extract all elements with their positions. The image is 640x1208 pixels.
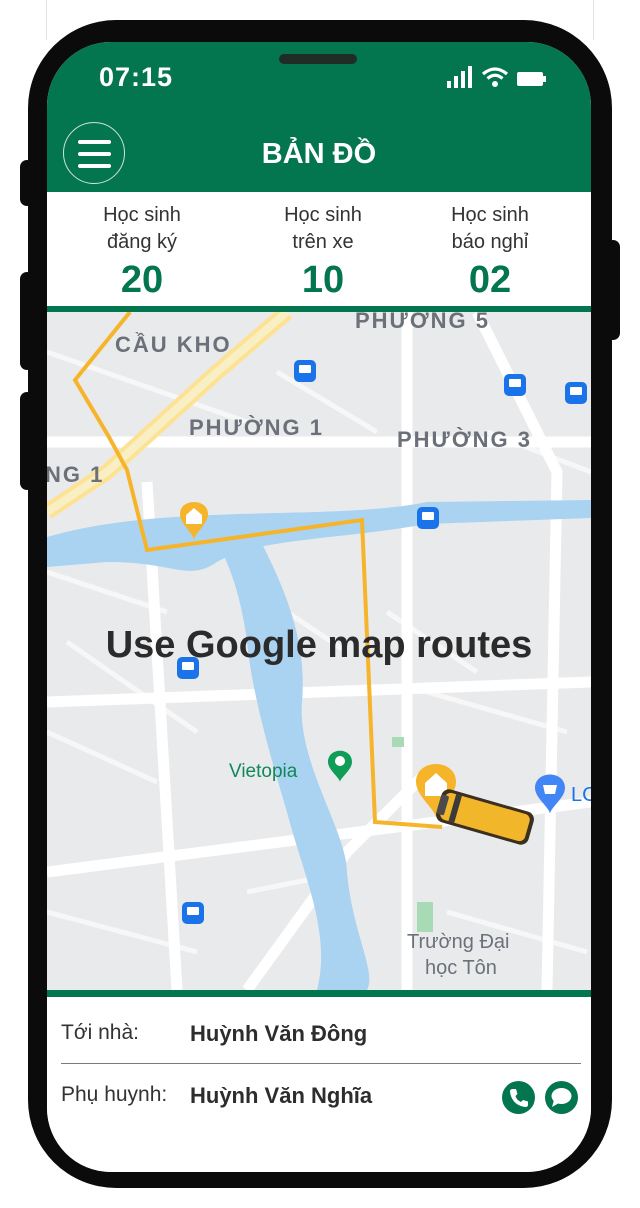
stat-absent: Học sinh báo nghỉ 02 (415, 202, 565, 302)
parent-label: Phụ huynh: (61, 1083, 168, 1106)
map-label-phuong-1: PHƯỜNG 1 (189, 415, 324, 440)
map-label-cau-kho: CẦU KHO (115, 332, 232, 357)
stat-value: 02 (468, 259, 512, 301)
stat-value: 20 (120, 259, 164, 301)
destination-row: Tới nhà: Huỳnh Văn Đông (61, 1021, 581, 1051)
school-bus-icon (436, 789, 534, 845)
vietopia-pin-icon (328, 750, 352, 782)
app-header: 07:15 BẢN ĐỒ (47, 42, 591, 192)
map-label-phuong-5: PHƯỜNG 5 (355, 312, 490, 333)
stats-panel: Học sinh đăng ký 20 Học sinh trên xe 10 … (47, 192, 591, 309)
river-main (47, 500, 591, 571)
row-divider (61, 1063, 581, 1064)
stat-label-line1: Học sinh (103, 204, 181, 226)
stat-label-line2: đăng ký (106, 231, 178, 253)
stat-value: 10 (301, 259, 345, 301)
side-button-volume-up (20, 272, 34, 370)
speaker-notch (279, 54, 357, 64)
stat-on-bus: Học sinh trên xe 10 (248, 202, 398, 302)
map-overlay-text: Use Google map routes (105, 624, 533, 666)
trip-info-panel: Tới nhà: Huỳnh Văn Đông Phụ huynh: Huỳnh… (47, 997, 591, 1172)
map-label-ng-1: NG 1 (47, 462, 105, 487)
info-divider (47, 990, 591, 997)
chat-bubble-icon (551, 1088, 572, 1107)
side-button-top (20, 160, 34, 206)
map-label-university-1: Trường Đại (407, 931, 510, 953)
stat-label-line1: Học sinh (284, 204, 362, 226)
destination-value: Huỳnh Văn Đông (190, 1021, 368, 1046)
status-time: 07:15 (99, 62, 174, 92)
parent-value: Huỳnh Văn Nghĩa (190, 1083, 373, 1108)
map-label-lo: LC (571, 784, 591, 806)
stat-label-line1: Học sinh (451, 204, 529, 226)
park (417, 902, 433, 932)
app-screen: 07:15 BẢN ĐỒ Học sinh đăng ký 20 Học sin… (47, 42, 591, 1172)
signal-icon (447, 66, 472, 88)
destination-label: Tới nhà: (61, 1021, 139, 1044)
wifi-icon (481, 67, 509, 87)
battery-icon (517, 72, 546, 86)
map-label-vietopia: Vietopia (229, 761, 298, 782)
map-label-phuong-3: PHƯỜNG 3 (397, 427, 532, 452)
page-title: BẢN ĐỒ (261, 138, 377, 170)
park (392, 737, 404, 747)
map-label-university-2: học Tôn (425, 957, 497, 979)
message-button[interactable] (545, 1081, 578, 1114)
map-view[interactable]: CẦU KHO PHƯỜNG 5 PHƯỜNG 1 PHƯỜNG 3 NG 1 … (47, 312, 591, 990)
stat-registered: Học sinh đăng ký 20 (67, 202, 217, 302)
status-icons (447, 66, 547, 88)
call-button[interactable] (502, 1081, 535, 1114)
phone-icon (510, 1089, 528, 1107)
side-button-power (606, 240, 620, 340)
stat-label-line2: báo nghỉ (451, 231, 529, 253)
stat-label-line2: trên xe (292, 231, 354, 253)
side-button-volume-down (20, 392, 34, 490)
